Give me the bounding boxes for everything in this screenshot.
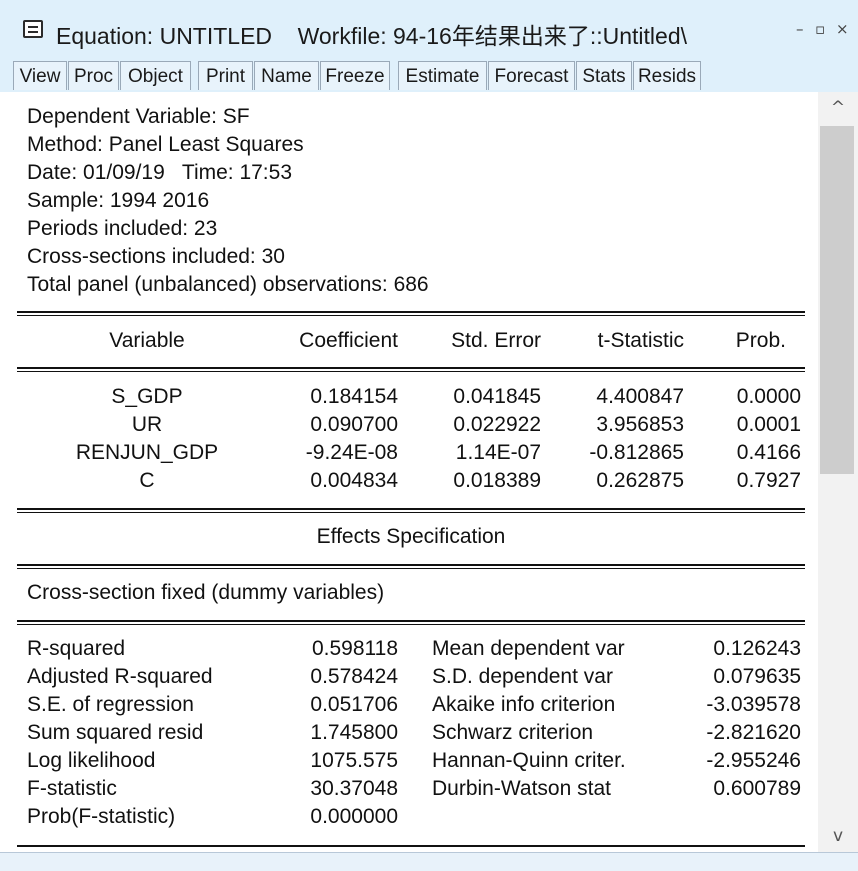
column-header-variable: Variable bbox=[109, 329, 185, 352]
prob-value: 0.7927 bbox=[736, 469, 801, 492]
effects-title: Effects Specification bbox=[316, 525, 506, 548]
prob-value: 0.4166 bbox=[736, 441, 801, 464]
stat-label: Durbin-Watson stat bbox=[432, 777, 611, 800]
minimize-icon[interactable]: – bbox=[796, 20, 804, 38]
proc-button[interactable]: Proc bbox=[68, 61, 119, 90]
stat-value: 30.37048 bbox=[310, 777, 398, 800]
freeze-button[interactable]: Freeze bbox=[320, 61, 390, 90]
forecast-button[interactable]: Forecast bbox=[488, 61, 575, 90]
stat-label: S.E. of regression bbox=[27, 693, 194, 716]
title-bar[interactable]: Equation: UNTITLED Workfile: 94-16年结果出来了… bbox=[0, 0, 858, 58]
view-button[interactable]: View bbox=[13, 61, 67, 90]
stat-label: Prob(F-statistic) bbox=[27, 805, 176, 828]
stat-value: -3.039578 bbox=[706, 693, 801, 716]
table-rule bbox=[17, 845, 805, 847]
table-rule bbox=[17, 315, 805, 316]
coefficient-value: 0.004834 bbox=[310, 469, 398, 492]
header-line: Total panel (unbalanced) observations: 6… bbox=[27, 273, 429, 296]
toolbar: View Proc Object Print Name Freeze Estim… bbox=[0, 58, 858, 92]
std-error-value: 1.14E-07 bbox=[455, 441, 541, 464]
stat-value: 0.051706 bbox=[310, 693, 398, 716]
scroll-down-icon[interactable]: v bbox=[818, 826, 858, 846]
std-error-value: 0.018389 bbox=[453, 469, 541, 492]
table-rule bbox=[17, 624, 805, 625]
stat-label: S.D. dependent var bbox=[432, 665, 613, 688]
scrollbar-thumb[interactable] bbox=[820, 126, 854, 474]
resids-button[interactable]: Resids bbox=[633, 61, 701, 90]
stat-label: Hannan-Quinn criter. bbox=[432, 749, 626, 772]
table-rule bbox=[17, 512, 805, 513]
stat-value: 0.600789 bbox=[713, 777, 801, 800]
table-rule bbox=[17, 367, 805, 369]
stat-value: 0.598118 bbox=[311, 637, 398, 660]
stat-label: Mean dependent var bbox=[432, 637, 625, 660]
stat-label: Schwarz criterion bbox=[432, 721, 594, 744]
header-line: Cross-sections included: 30 bbox=[27, 245, 285, 268]
std-error-value: 0.022922 bbox=[453, 413, 541, 436]
prob-value: 0.0000 bbox=[736, 385, 801, 408]
coefficient-value: 0.184154 bbox=[310, 385, 398, 408]
stat-label: Sum squared resid bbox=[27, 721, 204, 744]
stat-value: -2.821620 bbox=[706, 721, 801, 744]
effects-spec: Cross-section fixed (dummy variables) bbox=[27, 581, 385, 604]
window-menu-icon[interactable] bbox=[23, 20, 43, 38]
table-rule bbox=[17, 568, 805, 569]
variable-name: C bbox=[139, 469, 155, 492]
variable-name: RENJUN_GDP bbox=[75, 441, 219, 464]
header-line: Periods included: 23 bbox=[27, 217, 218, 240]
stat-label: Akaike info criterion bbox=[432, 693, 616, 716]
coefficient-value: -9.24E-08 bbox=[305, 441, 398, 464]
coefficient-value: 0.090700 bbox=[310, 413, 398, 436]
table-rule bbox=[17, 508, 805, 510]
header-line: Dependent Variable: SF bbox=[27, 105, 250, 128]
header-line: Date: 01/09/19 Time: 17:53 bbox=[27, 161, 293, 184]
stat-value: 1075.575 bbox=[310, 749, 398, 772]
name-button[interactable]: Name bbox=[254, 61, 319, 90]
restore-icon[interactable]: ▫ bbox=[815, 20, 825, 38]
print-button[interactable]: Print bbox=[198, 61, 253, 90]
stat-label: R-squared bbox=[27, 637, 126, 660]
stat-value: 1.745800 bbox=[310, 721, 398, 744]
vertical-scrollbar[interactable]: ^ v bbox=[818, 92, 858, 852]
object-button[interactable]: Object bbox=[120, 61, 191, 90]
column-header-prob: Prob. bbox=[735, 329, 786, 352]
window-title: Equation: UNTITLED Workfile: 94-16年结果出来了… bbox=[56, 23, 687, 49]
variable-name: UR bbox=[131, 413, 163, 436]
stat-value: 0.126243 bbox=[713, 637, 801, 660]
std-error-value: 0.041845 bbox=[453, 385, 541, 408]
header-line: Method: Panel Least Squares bbox=[27, 133, 304, 156]
stat-label: F-statistic bbox=[27, 777, 117, 800]
table-rule bbox=[17, 564, 805, 566]
variable-name: S_GDP bbox=[111, 385, 183, 408]
header-line: Sample: 1994 2016 bbox=[27, 189, 210, 212]
table-rule bbox=[17, 620, 805, 622]
column-header-std-error: Std. Error bbox=[451, 329, 541, 352]
table-rule bbox=[17, 371, 805, 372]
estimate-button[interactable]: Estimate bbox=[398, 61, 487, 90]
window-bottom-border bbox=[0, 852, 858, 871]
prob-value: 0.0001 bbox=[736, 413, 801, 436]
stat-label: Log likelihood bbox=[27, 749, 156, 772]
stat-value: 0.079635 bbox=[713, 665, 801, 688]
stat-value: -2.955246 bbox=[706, 749, 801, 772]
stat-value: 0.578424 bbox=[310, 665, 398, 688]
column-header-coefficient: Coefficient bbox=[299, 329, 398, 352]
table-rule bbox=[17, 311, 805, 313]
stat-value: 0.000000 bbox=[310, 805, 398, 828]
stat-label: Adjusted R-squared bbox=[27, 665, 213, 688]
scroll-up-icon[interactable]: ^ bbox=[818, 98, 858, 118]
close-icon[interactable]: × bbox=[836, 20, 849, 38]
stats-button[interactable]: Stats bbox=[576, 61, 632, 90]
